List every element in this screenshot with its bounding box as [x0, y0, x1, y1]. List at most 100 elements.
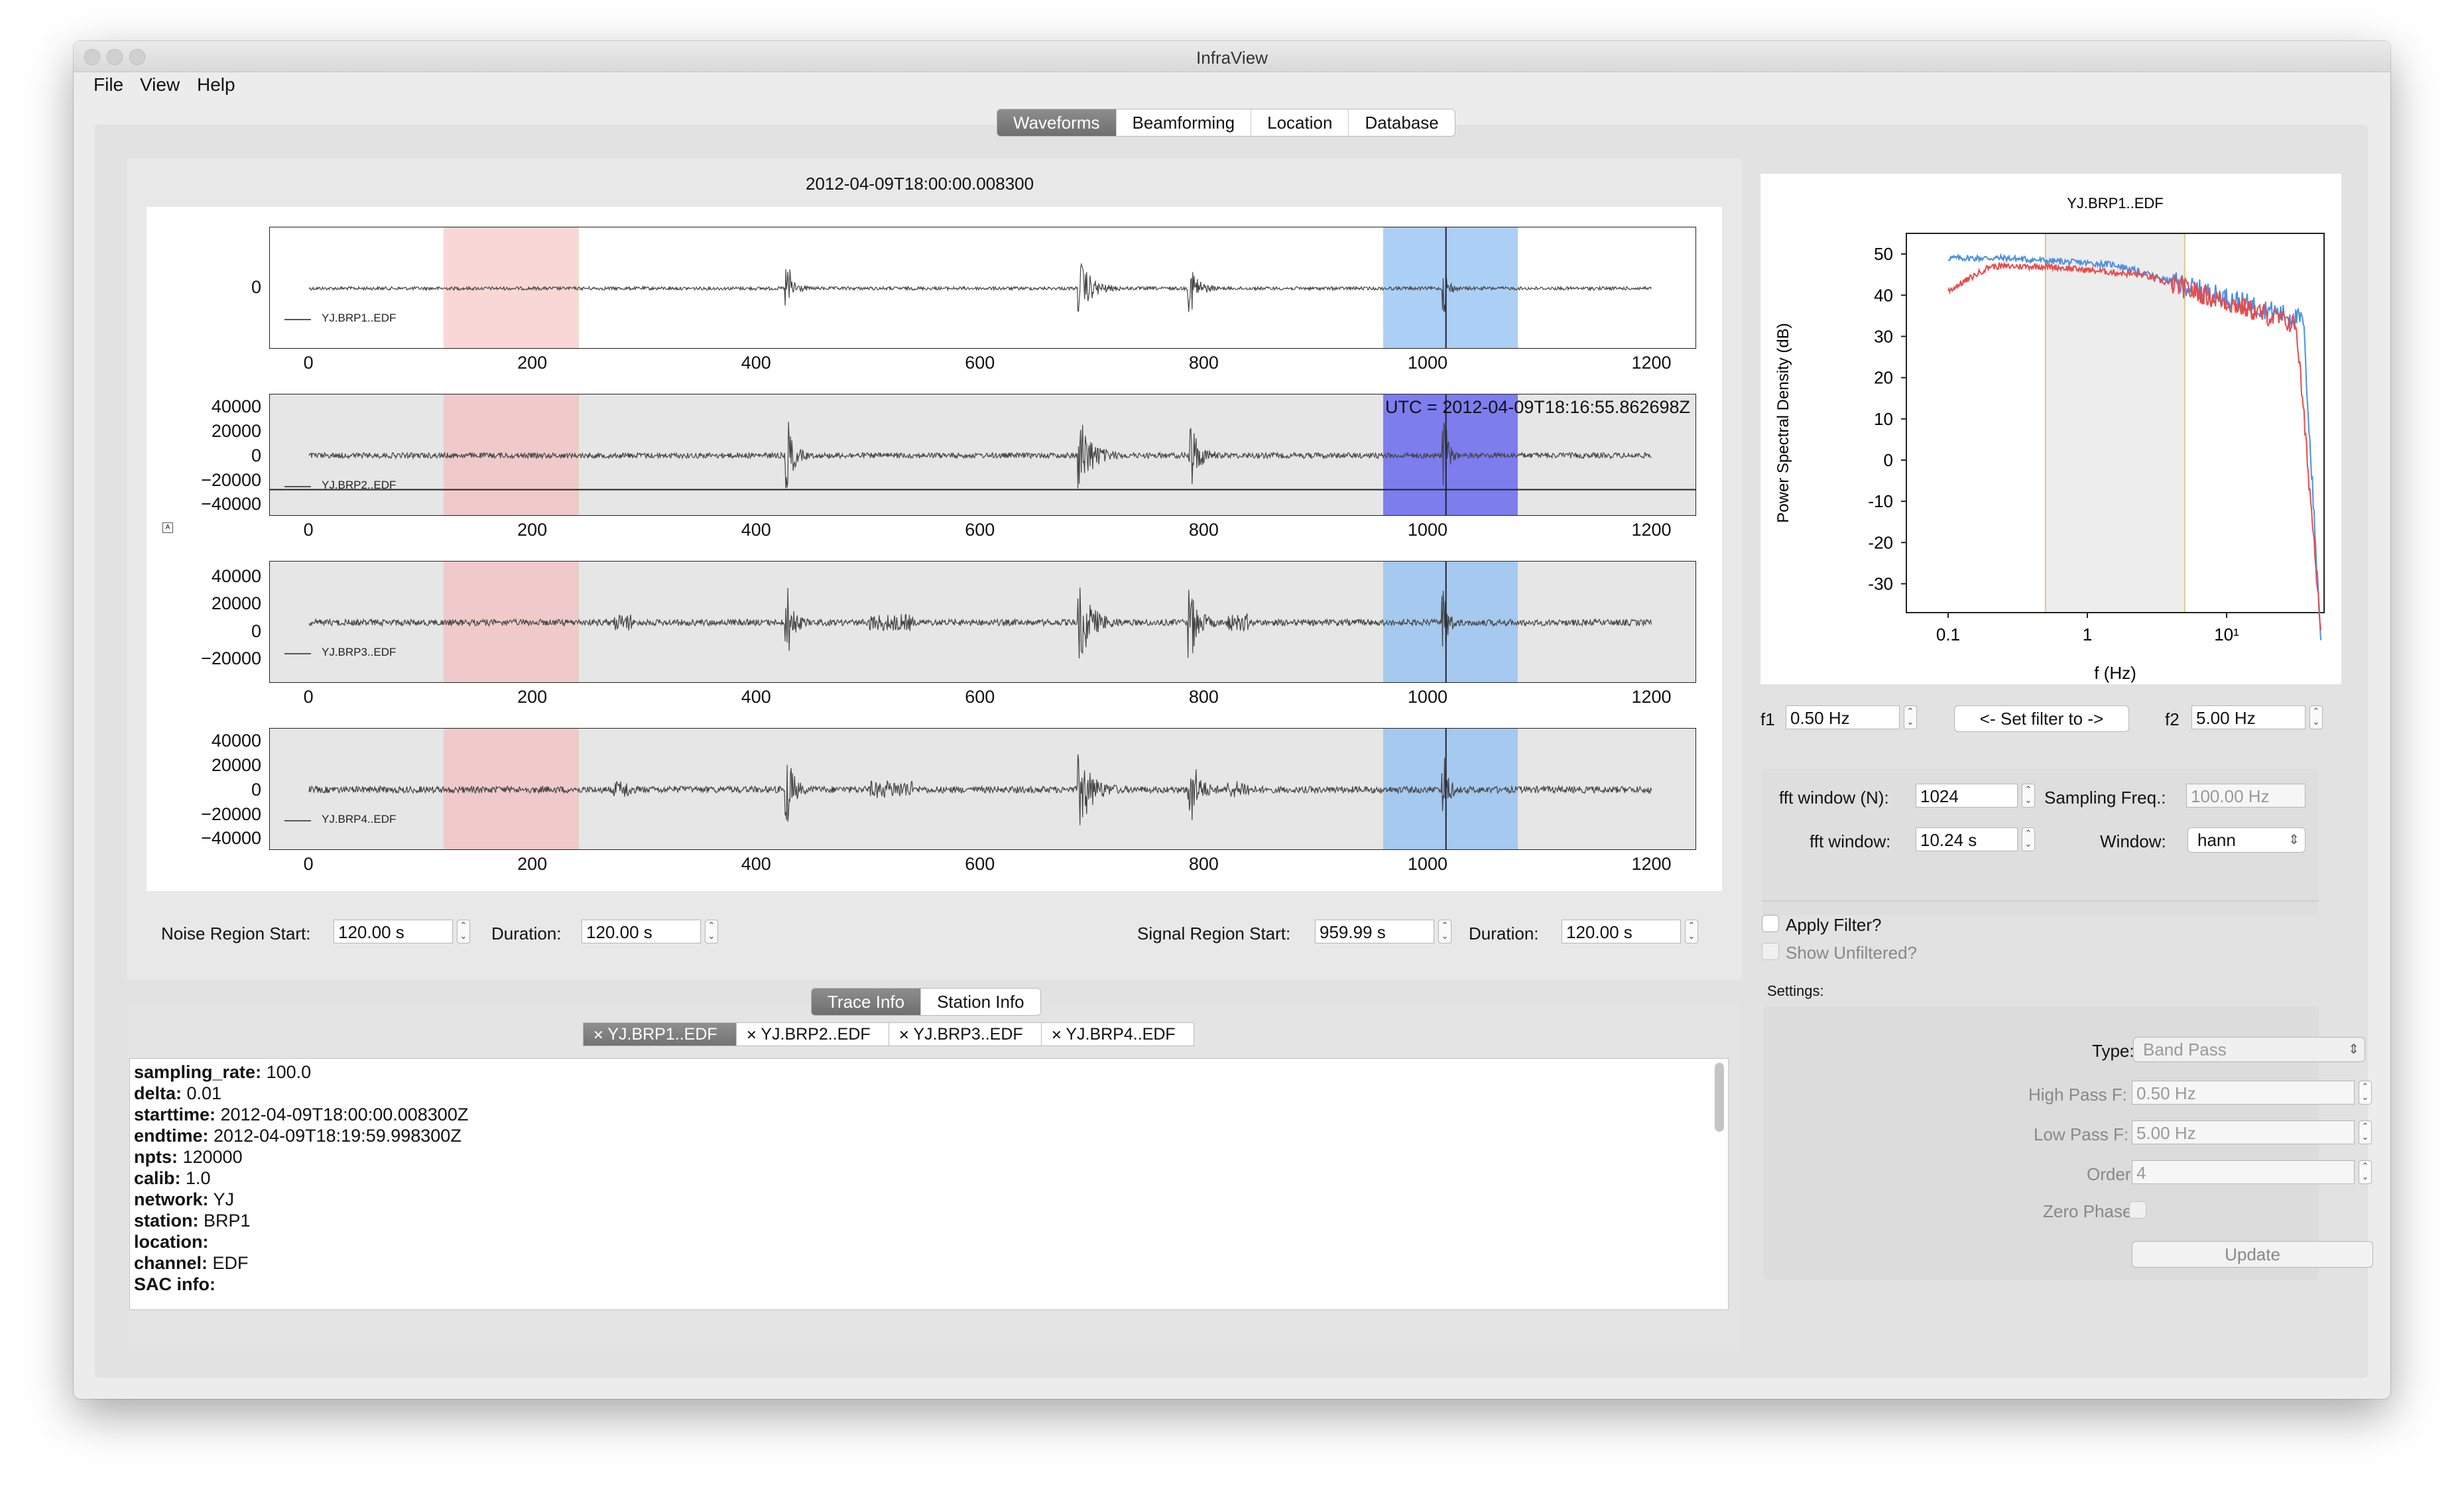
- high-pass-stepper[interactable]: ⌃ ⌄: [2359, 1081, 2372, 1105]
- window-type-label: Window:: [2100, 831, 2166, 851]
- y-tick-label: 20000: [211, 593, 261, 614]
- x-tick-label: 400: [741, 520, 771, 540]
- low-pass-stepper[interactable]: ⌃ ⌄: [2359, 1120, 2372, 1144]
- cursor-readout: UTC = 2012-04-09T18:16:55.862698Z: [1385, 397, 1690, 417]
- trace-info-line: delta: 0.01: [134, 1083, 1724, 1104]
- f1-stepper[interactable]: ⌃ ⌄: [1904, 705, 1917, 729]
- high-pass-field[interactable]: 0.50 Hz: [2132, 1081, 2355, 1105]
- apply-filter-checkbox[interactable]: [1762, 915, 1779, 932]
- x-tick-label: 800: [1188, 687, 1219, 707]
- tab-station-info[interactable]: Station Info: [920, 989, 1040, 1015]
- tab-location[interactable]: Location: [1251, 109, 1348, 136]
- trace-tab-1[interactable]: ✕ YJ.BRP1..EDF: [584, 1023, 736, 1046]
- y-tick-label: 0: [251, 445, 261, 465]
- trace-tab-3[interactable]: ✕ YJ.BRP3..EDF: [889, 1023, 1041, 1046]
- close-icon[interactable]: ✕: [746, 1028, 761, 1043]
- x-tick-label: 1000: [1407, 520, 1448, 540]
- psd-y-tick: 40: [1874, 285, 1893, 305]
- auto-range-icon[interactable]: A: [162, 522, 173, 533]
- trace-tab-label: YJ.BRP1..EDF: [607, 1025, 717, 1044]
- waveform-plot-area[interactable]: YJ.BRP1..EDF 0 0 200 400 600 800 1000 1200 YJ.BRP…: [147, 207, 1722, 891]
- zero-phase-checkbox[interactable]: [2129, 1201, 2146, 1219]
- tab-beamforming[interactable]: Beamforming: [1115, 109, 1251, 136]
- menu-help[interactable]: Help: [197, 74, 235, 95]
- x-tick-label: 1000: [1407, 687, 1448, 707]
- window-type-select[interactable]: hann ⇕: [2187, 827, 2306, 853]
- tab-waveforms[interactable]: Waveforms: [997, 109, 1116, 136]
- trace-tab-bar: ✕ YJ.BRP1..EDF ✕ YJ.BRP2..EDF ✕ YJ.BRP3..E…: [583, 1022, 1194, 1046]
- x-tick-label: 400: [741, 854, 771, 874]
- f1-field[interactable]: 0.50 Hz: [1786, 705, 1900, 729]
- signal-start-field[interactable]: 959.99 s: [1315, 920, 1434, 943]
- fft-window-n-stepper[interactable]: ⌃ ⌄: [2022, 784, 2035, 808]
- show-unfiltered-checkbox[interactable]: [1762, 943, 1779, 960]
- noise-start-field[interactable]: 120.00 s: [334, 920, 453, 943]
- update-button[interactable]: Update: [2132, 1241, 2373, 1268]
- close-icon[interactable]: ✕: [898, 1028, 913, 1043]
- low-pass-field[interactable]: 5.00 Hz: [2132, 1120, 2355, 1144]
- trace-info-line: location:: [134, 1231, 1724, 1252]
- filter-type-select[interactable]: Band Pass ⇕: [2133, 1037, 2365, 1062]
- close-icon[interactable]: ✕: [593, 1028, 607, 1043]
- trace-info-key: endtime:: [134, 1126, 209, 1146]
- trace-legend: YJ.BRP4..EDF: [322, 813, 397, 825]
- close-icon[interactable]: ✕: [1051, 1028, 1066, 1043]
- trace-tab-label: YJ.BRP3..EDF: [913, 1025, 1023, 1044]
- f2-stepper[interactable]: ⌃ ⌄: [2310, 705, 2323, 729]
- order-stepper[interactable]: ⌃ ⌄: [2359, 1160, 2372, 1184]
- signal-start-stepper[interactable]: ⌃ ⌄: [1438, 920, 1451, 943]
- y-tick-label: 0: [251, 621, 261, 641]
- set-filter-button[interactable]: <- Set filter to ->: [1954, 705, 2129, 732]
- x-tick-label: 800: [1188, 854, 1219, 874]
- trace-tab-4[interactable]: ✕ YJ.BRP4..EDF: [1041, 1023, 1194, 1046]
- menu-file[interactable]: File: [93, 74, 123, 95]
- order-field[interactable]: 4: [2132, 1160, 2355, 1184]
- waveform-trace: [308, 562, 1652, 682]
- trace-plot-2[interactable]: YJ.BRP2..EDF UTC = 2012-04-09T18:16:55.86…: [269, 394, 1696, 516]
- fft-window-s-field[interactable]: 10.24 s: [1916, 827, 2018, 851]
- noise-duration-field[interactable]: 120.00 s: [582, 920, 701, 943]
- trace-plot-1[interactable]: YJ.BRP1..EDF: [269, 227, 1696, 349]
- zero-phase-label: Zero Phase: [2043, 1201, 2132, 1221]
- trace-tab-2[interactable]: ✕ YJ.BRP2..EDF: [736, 1023, 889, 1046]
- trace-plot-3[interactable]: YJ.BRP3..EDF: [269, 561, 1696, 683]
- psd-y-tick: 20: [1874, 368, 1893, 388]
- trace-info-value: 2012-04-09T18:00:00.008300Z: [216, 1105, 469, 1124]
- settings-label: Settings:: [1767, 983, 1824, 999]
- fft-window-n-label: fft window (N):: [1779, 788, 1889, 808]
- tab-trace-info[interactable]: Trace Info: [812, 989, 921, 1015]
- fft-window-n-field[interactable]: 1024: [1916, 784, 2018, 808]
- trace-info-key: channel:: [134, 1253, 208, 1273]
- y-tick-label: 0: [251, 277, 261, 297]
- psd-y-tick: 30: [1874, 326, 1893, 346]
- psd-y-label: Power Spectral Density (dB): [1774, 323, 1792, 522]
- trace-info-scrollbar[interactable]: [1715, 1063, 1724, 1132]
- filter-type-value: Band Pass: [2143, 1040, 2227, 1059]
- trace-info-key: delta:: [134, 1083, 182, 1103]
- psd-plot[interactable]: YJ.BRP1..EDF 50 40 30 20 10 0 -10 -20 -30 0.1 1 10¹ f…: [1760, 174, 2341, 684]
- psd-y-tick: -20: [1868, 532, 1893, 552]
- signal-duration-field[interactable]: 120.00 s: [1562, 920, 1681, 943]
- y-tick-label: 0: [251, 779, 261, 800]
- signal-duration-stepper[interactable]: ⌃ ⌄: [1685, 920, 1698, 943]
- x-tick-label: 200: [517, 687, 548, 707]
- signal-duration-label: Duration:: [1469, 924, 1539, 943]
- tab-database[interactable]: Database: [1348, 109, 1454, 136]
- y-tick-label: −20000: [201, 804, 261, 824]
- noise-start-stepper[interactable]: ⌃ ⌄: [457, 920, 470, 943]
- low-pass-label: Low Pass F:: [2034, 1124, 2129, 1144]
- menu-view[interactable]: View: [140, 74, 180, 95]
- psd-y-tick: -30: [1868, 573, 1893, 593]
- f2-field[interactable]: 5.00 Hz: [2191, 705, 2306, 729]
- x-tick-label: 600: [965, 353, 995, 373]
- x-tick-label: 1200: [1631, 353, 1672, 373]
- y-tick-label: 40000: [211, 396, 261, 417]
- legend-swatch: [284, 486, 311, 487]
- noise-duration-stepper[interactable]: ⌃ ⌄: [705, 920, 718, 943]
- trace-info-line: npts: 120000: [134, 1146, 1724, 1168]
- waveform-trace: [308, 729, 1652, 849]
- trace-plot-4[interactable]: YJ.BRP4..EDF: [269, 728, 1696, 850]
- divider: [1762, 900, 2319, 902]
- trace-info-key: SAC info:: [134, 1274, 216, 1294]
- fft-window-s-stepper[interactable]: ⌃ ⌄: [2022, 827, 2035, 851]
